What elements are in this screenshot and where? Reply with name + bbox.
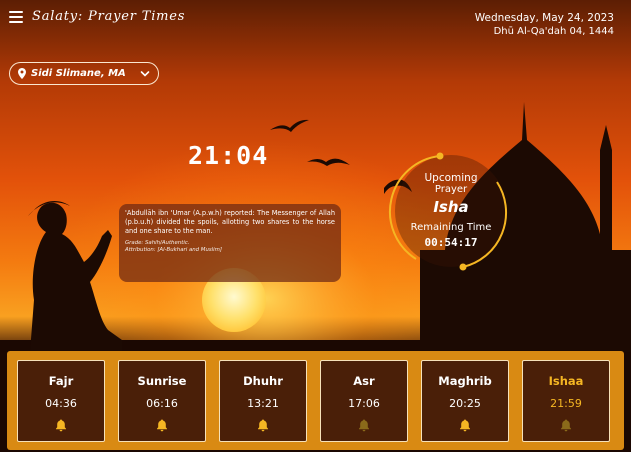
prayer-times-bar: Fajr 04:36 Sunrise 06:16 Dhuhr 13:21 Asr…	[7, 351, 624, 450]
location-pin-icon	[18, 68, 26, 79]
prayer-time: 17:06	[348, 397, 380, 410]
prayer-name: Maghrib	[438, 374, 492, 388]
prayer-name: Sunrise	[137, 374, 187, 388]
hadith-card: 'Abdullāh ibn 'Umar (A.p.w.h) reported: …	[119, 204, 341, 282]
upcoming-prayer-widget: Upcoming Prayer Isha Remaining Time 00:5…	[387, 150, 515, 272]
prayer-card-fajr[interactable]: Fajr 04:36	[17, 360, 105, 442]
prayer-card-dhuhr[interactable]: Dhuhr 13:21	[219, 360, 307, 442]
remaining-time-label: Remaining Time	[410, 222, 492, 233]
location-label: Sidi Slimane, MA	[31, 68, 126, 79]
prayer-card-asr[interactable]: Asr 17:06	[320, 360, 408, 442]
prayer-name: Asr	[353, 374, 375, 388]
prayer-label: Prayer	[434, 184, 468, 195]
upcoming-label: Upcoming	[424, 172, 478, 184]
top-bar: Salaty: Prayer Times Wednesday, May 24, …	[0, 0, 631, 44]
prayer-card-ishaa[interactable]: Ishaa 21:59	[522, 360, 610, 442]
remaining-time-value: 00:54:17	[424, 236, 478, 249]
bell-icon[interactable]	[560, 419, 572, 432]
prayer-name: Dhuhr	[243, 374, 283, 388]
app-title: Salaty: Prayer Times	[32, 9, 186, 24]
hadith-attribution: Attribution: [Al-Bukhari and Muslim]	[125, 247, 223, 253]
prayer-time: 21:59	[550, 397, 582, 410]
prayer-time: 20:25	[449, 397, 481, 410]
hadith-grade: Grade: Sahih/Authentic.	[125, 240, 190, 246]
prayer-card-sunrise[interactable]: Sunrise 06:16	[118, 360, 206, 442]
bell-icon[interactable]	[459, 419, 471, 432]
hadith-text: 'Abdullāh ibn 'Umar (A.p.w.h) reported: …	[125, 209, 335, 235]
prayer-time: 06:16	[146, 397, 178, 410]
prayer-name: Ishaa	[548, 374, 584, 388]
hijri-date: Dhū Al-Qa'dah 04, 1444	[493, 26, 614, 37]
current-time: 21:04	[188, 141, 269, 170]
bell-icon[interactable]	[156, 419, 168, 432]
prayer-card-maghrib[interactable]: Maghrib 20:25	[421, 360, 509, 442]
prayer-time: 13:21	[247, 397, 279, 410]
bell-icon[interactable]	[358, 419, 370, 432]
bell-icon[interactable]	[257, 419, 269, 432]
date-display: Wednesday, May 24, 2023 Dhū Al-Qa'dah 04…	[475, 11, 614, 39]
gregorian-date: Wednesday, May 24, 2023	[474, 12, 614, 24]
location-selector[interactable]: Sidi Slimane, MA	[9, 62, 159, 85]
hamburger-menu-icon[interactable]	[9, 11, 23, 23]
prayer-name: Fajr	[48, 374, 74, 388]
prayer-time: 04:36	[45, 397, 77, 410]
upcoming-prayer-name: Isha	[433, 198, 469, 216]
chevron-down-icon	[140, 70, 150, 77]
bell-icon[interactable]	[55, 419, 67, 432]
